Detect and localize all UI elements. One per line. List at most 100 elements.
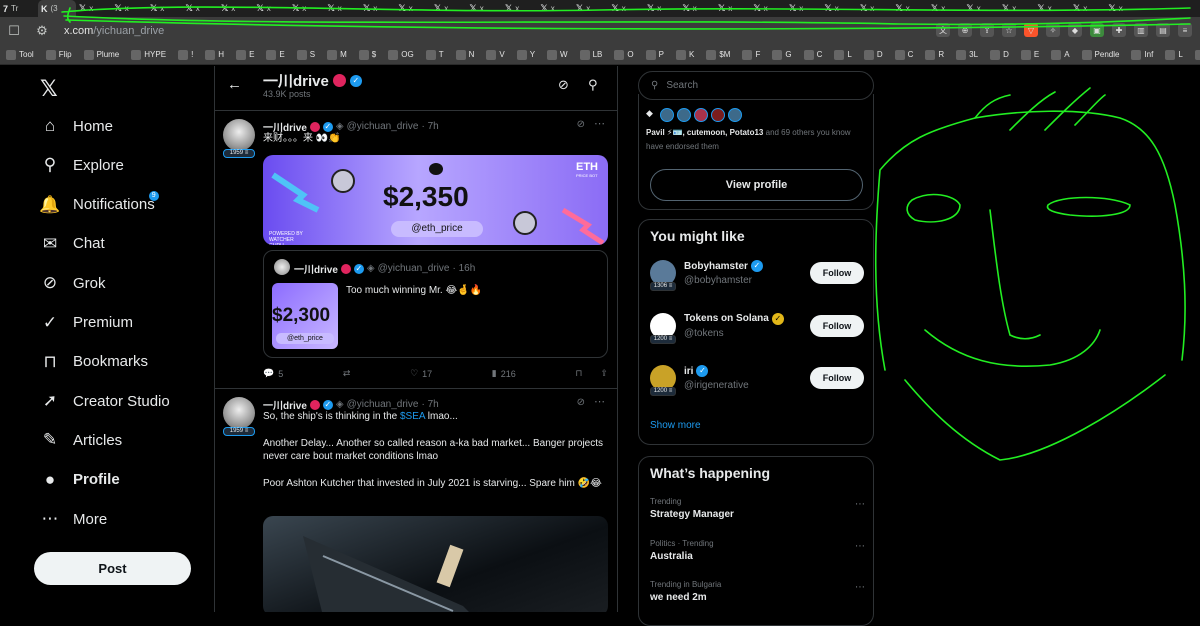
bookmark-item[interactable]: G <box>766 49 797 60</box>
bookmark-item[interactable]: T <box>420 49 450 60</box>
more-options-icon[interactable]: ⋯ <box>594 117 605 130</box>
bookmark-item[interactable]: Pendle <box>1076 49 1126 60</box>
bookmark-button[interactable]: ⊓ ⇪ <box>575 368 608 379</box>
account-name[interactable]: iri ✓ <box>684 365 709 377</box>
bookmark-item[interactable]: Tool <box>0 49 40 60</box>
nav-explore[interactable]: ⚲ Explore <box>40 155 124 175</box>
tweet[interactable]: 1959 ≡ 一川drive ✓ ◈ @yichuan_drive · 7h ⊘… <box>215 388 617 612</box>
cashtag-link[interactable]: $SEA <box>400 411 425 422</box>
bookmark-item[interactable]: F <box>736 49 766 60</box>
browser-tab[interactable]: 𝕏x <box>1106 0 1142 17</box>
author-handle[interactable]: @yichuan_drive <box>347 121 419 132</box>
bookmark-item[interactable]: L <box>1159 49 1188 60</box>
browser-tab[interactable]: 𝕏x <box>893 0 929 17</box>
bookmark-item[interactable]: Flip <box>40 49 78 60</box>
bookmark-item[interactable]: L <box>828 49 857 60</box>
nav-premium[interactable]: ✓ Premium <box>40 313 133 333</box>
account-name[interactable]: Tokens on Solana ✓ <box>684 312 784 325</box>
nav-bookmarks[interactable]: ⊓ Bookmarks <box>40 352 148 372</box>
bookmark-page-icon[interactable]: ☐ <box>0 23 28 39</box>
x-logo-icon[interactable]: 𝕏 <box>40 76 58 102</box>
bookmark-item[interactable]: Inf <box>1125 49 1159 60</box>
trend-item[interactable]: Politics · Trending Australia ⋯ <box>650 539 865 562</box>
browser-tab[interactable]: 𝕏x <box>112 0 148 17</box>
bookmark-item[interactable]: E <box>230 49 260 60</box>
nav-chat[interactable]: ✉ Chat <box>40 234 105 254</box>
bookmark-item[interactable]: C <box>798 49 829 60</box>
browser-tab[interactable]: 𝕏x <box>254 0 290 17</box>
browser-tab[interactable]: 𝕏x <box>289 0 325 17</box>
bookmark-item[interactable]: E <box>1015 49 1045 60</box>
bookmark-item[interactable]: $ <box>353 49 382 60</box>
browser-tab[interactable]: 𝕏x <box>751 0 787 17</box>
like-button[interactable]: ♡ 17 <box>410 368 432 379</box>
browser-tab[interactable]: 𝕏x <box>431 0 467 17</box>
browser-tab[interactable]: 𝕏x <box>183 0 219 17</box>
browser-tab[interactable]: 𝕏x <box>680 0 716 17</box>
bookmark-item[interactable]: A <box>1045 49 1075 60</box>
browser-tab[interactable]: 𝕏x <box>1070 0 1106 17</box>
suggested-account[interactable]: 1200 ≡ Tokens on Solana ✓ @tokens Follow <box>650 312 865 353</box>
bookmark-item[interactable]: M <box>321 49 353 60</box>
bookmark-item[interactable]: H <box>199 49 230 60</box>
nav-profile[interactable]: ● Profile <box>40 470 120 490</box>
browser-tab[interactable]: 𝕏x <box>467 0 503 17</box>
follow-button[interactable]: Follow <box>810 367 864 389</box>
more-options-icon[interactable]: ⋯ <box>594 395 605 408</box>
bookmark-item[interactable]: Br <box>1189 49 1200 60</box>
bookmark-item[interactable]: C <box>889 49 920 60</box>
bookmark-item[interactable]: V <box>480 49 510 60</box>
browser-tab[interactable]: 𝕏x <box>218 0 254 17</box>
browser-tab[interactable]: 𝕏x <box>857 0 893 17</box>
browser-tab[interactable]: 𝕏x <box>538 0 574 17</box>
account-name[interactable]: Bobyhamster ✓ <box>684 260 763 272</box>
translate-icon[interactable]: 文 <box>936 23 950 37</box>
bookmark-item[interactable]: LB <box>574 49 609 60</box>
repost-button[interactable]: ⇄ <box>343 368 351 379</box>
browser-tab[interactable]: 𝕏x <box>964 0 1000 17</box>
more-options-icon[interactable]: ⋯ <box>855 541 865 552</box>
sidebar-icon[interactable]: ▥ <box>1134 23 1148 37</box>
nav-notifications[interactable]: 🔔 9 Notifications <box>39 190 159 215</box>
quoted-tweet[interactable]: 一川drive ✓ ◈ @yichuan_drive · 16h $2,300 … <box>263 250 608 358</box>
trend-item[interactable]: Trending Strategy Manager ⋯ <box>650 497 865 520</box>
browser-tab[interactable]: 𝕏x <box>786 0 822 17</box>
show-more-link[interactable]: Show more <box>650 420 701 431</box>
bookmark-item[interactable]: D <box>984 49 1015 60</box>
bookmark-item[interactable]: W <box>541 49 574 60</box>
zoom-icon[interactable]: ⊕ <box>958 23 972 37</box>
bookmark-item[interactable]: D <box>858 49 889 60</box>
view-profile-button[interactable]: View profile <box>650 169 863 201</box>
extension-icon[interactable]: ◆ <box>1068 23 1082 37</box>
browser-tab[interactable]: 𝕏x <box>573 0 609 17</box>
tweet-media-card[interactable]: ETH PRICE BOT $2,350 @eth_price POWERED B… <box>263 155 608 245</box>
bookmark-item[interactable]: O <box>608 49 639 60</box>
bookmark-item[interactable]: P <box>640 49 670 60</box>
bookmark-item[interactable]: E <box>260 49 290 60</box>
browser-tab[interactable]: 𝕏x <box>644 0 680 17</box>
browser-tab[interactable]: 𝕏x <box>1035 0 1071 17</box>
browser-tab[interactable]: 𝕏x <box>396 0 432 17</box>
more-options-icon[interactable]: ⋯ <box>855 582 865 593</box>
extension-icon[interactable]: ▣ <box>1090 23 1104 37</box>
bookmark-item[interactable]: R <box>919 49 950 60</box>
grok-icon[interactable]: ⊘ <box>577 397 585 408</box>
bookmark-item[interactable]: Y <box>511 49 541 60</box>
wallet-icon[interactable]: ▤ <box>1156 23 1170 37</box>
bookmark-item[interactable]: OG <box>382 49 419 60</box>
browser-tab[interactable]: 𝕏x <box>325 0 361 17</box>
extension-icon[interactable]: ✧ <box>1046 23 1060 37</box>
browser-tab[interactable]: K (3 <box>38 0 76 17</box>
quoted-media[interactable]: $2,300 @eth_price <box>272 283 338 349</box>
share-icon[interactable]: ⇪ <box>600 368 608 379</box>
site-info-icon[interactable]: ⚙ <box>28 23 56 39</box>
nav-grok[interactable]: ⊘ Grok <box>40 273 106 293</box>
browser-tab[interactable]: 7 Tr <box>0 0 38 17</box>
post-button[interactable]: Post <box>34 552 191 585</box>
bookmark-item[interactable]: $M <box>700 49 736 60</box>
brave-shield-icon[interactable]: ▽ <box>1024 23 1038 37</box>
share-icon[interactable]: ⇪ <box>980 23 994 37</box>
trend-item[interactable]: Trending in Bulgaria we need 2m ⋯ <box>650 580 865 603</box>
bookmark-item[interactable]: Plume <box>78 49 126 60</box>
url-field[interactable]: x.com/yichuan_drive <box>64 25 164 37</box>
